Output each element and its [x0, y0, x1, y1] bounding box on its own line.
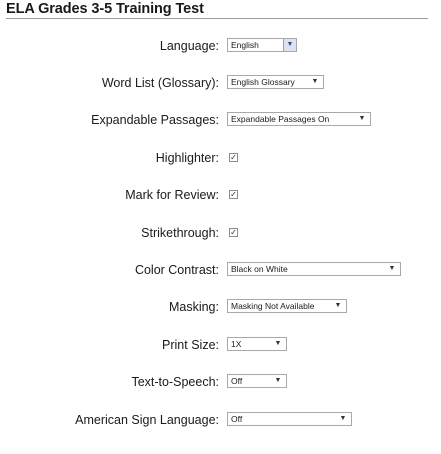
masking-select[interactable]: Masking Not Available ▼ — [227, 299, 347, 313]
print-size-label: Print Size: — [162, 338, 219, 352]
mark-for-review-label: Mark for Review: — [125, 188, 219, 202]
language-select[interactable]: English ▼ — [227, 38, 297, 52]
asl-label: American Sign Language: — [75, 413, 219, 427]
highlighter-row: Highlighter: ✓ — [0, 149, 441, 167]
expandable-passages-row: Expandable Passages: Expandable Passages… — [0, 111, 441, 129]
text-to-speech-select[interactable]: Off ▼ — [227, 374, 287, 388]
text-to-speech-value: Off — [231, 376, 243, 386]
text-to-speech-row: Text-to-Speech: Off ▼ — [0, 373, 441, 391]
chevron-down-icon: ▼ — [334, 302, 342, 309]
masking-row: Masking: Masking Not Available ▼ — [0, 298, 441, 316]
asl-select[interactable]: Off ▼ — [227, 412, 352, 426]
print-size-row: Print Size: 1X ▼ — [0, 336, 441, 354]
color-contrast-value: Black on White — [231, 264, 288, 274]
color-contrast-row: Color Contrast: Black on White ▼ — [0, 261, 441, 279]
chevron-down-icon: ▼ — [339, 415, 347, 422]
checkmark-icon: ✓ — [230, 190, 237, 199]
chevron-down-icon: ▼ — [358, 115, 366, 122]
chevron-down-icon: ▼ — [274, 377, 282, 384]
chevron-down-icon: ▼ — [274, 340, 282, 347]
language-label: Language: — [159, 39, 219, 53]
expandable-passages-label: Expandable Passages: — [91, 113, 219, 127]
chevron-down-icon: ▼ — [311, 78, 319, 85]
chevron-down-icon: ▼ — [388, 265, 396, 272]
masking-label: Masking: — [168, 300, 219, 314]
highlighter-label: Highlighter: — [155, 151, 219, 165]
strikethrough-checkbox[interactable]: ✓ — [229, 228, 238, 237]
chevron-down-icon: ▼ — [283, 39, 296, 51]
asl-value: Off — [231, 414, 243, 424]
word-list-label: Word List (Glossary): — [101, 76, 219, 90]
language-value: English — [231, 40, 259, 50]
print-size-select[interactable]: 1X ▼ — [227, 337, 287, 351]
mark-for-review-checkbox[interactable]: ✓ — [229, 190, 238, 199]
expandable-passages-select[interactable]: Expandable Passages On ▼ — [227, 112, 371, 126]
color-contrast-select[interactable]: Black on White ▼ — [227, 262, 401, 276]
mark-for-review-row: Mark for Review: ✓ — [0, 186, 441, 204]
language-row: Language: English ▼ — [0, 37, 441, 55]
asl-row: American Sign Language: Off ▼ — [0, 411, 441, 429]
text-to-speech-label: Text-to-Speech: — [131, 375, 219, 389]
color-contrast-label: Color Contrast: — [134, 263, 219, 277]
strikethrough-label: Strikethrough: — [141, 226, 219, 240]
checkmark-icon: ✓ — [230, 228, 237, 237]
expandable-passages-value: Expandable Passages On — [231, 114, 330, 124]
checkmark-icon: ✓ — [230, 153, 237, 162]
strikethrough-row: Strikethrough: ✓ — [0, 224, 441, 242]
highlighter-checkbox[interactable]: ✓ — [229, 153, 238, 162]
title-divider — [6, 18, 428, 19]
masking-value: Masking Not Available — [231, 301, 315, 311]
word-list-value: English Glossary — [231, 77, 295, 87]
page-title: ELA Grades 3-5 Training Test — [6, 1, 204, 17]
print-size-value: 1X — [231, 339, 242, 349]
word-list-row: Word List (Glossary): English Glossary ▼ — [0, 74, 441, 92]
word-list-select[interactable]: English Glossary ▼ — [227, 75, 324, 89]
